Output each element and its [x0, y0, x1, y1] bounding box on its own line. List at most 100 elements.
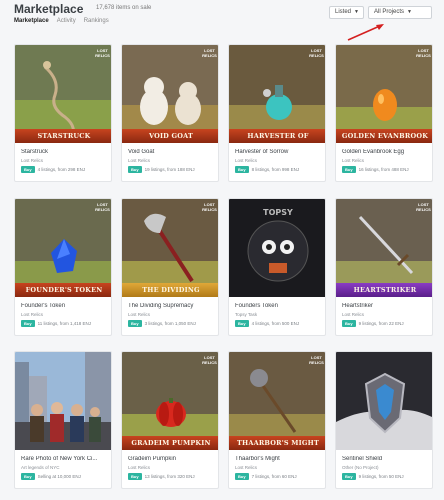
buy-button[interactable]: Buy — [342, 473, 356, 480]
item-project: Art legends of NYC — [21, 465, 60, 470]
lost-relics-badge: LOST RELICS — [95, 48, 110, 58]
item-name[interactable]: Void Goat — [128, 149, 216, 155]
item-banner: Heartstriker — [336, 283, 432, 297]
tab-marketplace[interactable]: Marketplace — [14, 18, 49, 24]
item-card[interactable]: Gradeim Pumpkin LOST RELICS Gradeim Pumpk… — [121, 351, 219, 489]
buy-button[interactable]: Buy — [342, 320, 356, 327]
item-project: Lost Relics — [235, 465, 258, 470]
nav-tabs: Marketplace Activity Rankings — [14, 18, 109, 24]
item-thumbnail: The Dividing Supremacy LOSTRELICS — [122, 199, 218, 297]
item-card[interactable]: The Dividing Supremacy LOSTRELICS The Di… — [121, 198, 219, 336]
badge-line-2: RELICS — [309, 53, 324, 58]
item-thumbnail: Golden Evanbrook Egg LOSTRELICS — [336, 45, 432, 143]
item-name[interactable]: Thaarbor's Might — [235, 456, 323, 462]
item-banner: Gradeim Pumpkin — [122, 436, 218, 450]
buy-button[interactable]: Buy — [21, 166, 35, 173]
lost-relics-badge: LOST RELICS — [309, 355, 324, 365]
badge-line-2: RELICS — [416, 53, 431, 58]
item-listing: 9 listings, from 22 ENJ — [358, 321, 404, 326]
item-card[interactable]: Harvester of Sorrow LOSTRELICS Harvester… — [228, 44, 326, 182]
item-name[interactable]: The Dividing Supremacy — [128, 303, 216, 309]
buy-button[interactable]: Buy — [342, 166, 356, 173]
item-banner: Void Goat — [122, 129, 218, 143]
item-project: Topsy Task — [235, 312, 258, 317]
item-listing: 11 listings, from 1,418 ENJ — [37, 321, 92, 326]
item-thumbnail — [15, 352, 111, 450]
nyc-photo-icon — [15, 352, 111, 450]
item-name[interactable]: Gradeim Pumpkin — [128, 456, 216, 462]
tab-rankings[interactable]: Rankings — [84, 18, 109, 24]
badge-line-2: RELICS — [95, 53, 110, 58]
item-card[interactable]: Golden Evanbrook Egg LOSTRELICS Golden E… — [335, 44, 433, 182]
item-card[interactable]: Rare Photo of New York Ci... Art legends… — [14, 351, 112, 489]
item-thumbnail: Founder's Token LOST RELICS — [15, 199, 111, 297]
item-thumbnail: Harvester of Sorrow LOSTRELICS — [229, 45, 325, 143]
item-project: Lost Relics — [128, 312, 151, 317]
item-banner: Thaarbor's Might — [229, 436, 325, 450]
item-thumbnail: Gradeim Pumpkin LOST RELICS — [122, 352, 218, 450]
item-listing: 19 listings, from 188 ENJ — [144, 167, 195, 172]
chevron-down-icon: ▼ — [407, 9, 412, 15]
item-project: Lost Relics — [21, 158, 44, 163]
lost-relics-badge: LOST RELICS — [202, 355, 217, 365]
tab-activity[interactable]: Activity — [57, 18, 76, 24]
item-name[interactable]: Rare Photo of New York Ci... — [21, 456, 109, 462]
item-project: Lost Relics — [342, 158, 365, 163]
projects-filter-dropdown[interactable]: All Projects ▼ — [368, 6, 432, 19]
item-listing: 4 listings, from 500 ENJ — [251, 321, 300, 326]
item-banner: Founder's Token — [15, 283, 111, 297]
item-name[interactable]: Sentinel Shield — [342, 456, 430, 462]
item-project: Other (No Project) — [342, 465, 379, 470]
item-name[interactable]: Golden Evanbrook Egg — [342, 149, 430, 155]
shield-art-icon — [336, 352, 432, 450]
buy-button[interactable]: Buy — [21, 473, 35, 480]
buy-button[interactable]: Buy — [128, 320, 142, 327]
item-listing: 7 listings, from 60 ENJ — [251, 474, 297, 479]
item-name[interactable]: Starstruck — [21, 149, 109, 155]
item-thumbnail: Starstruck LOST RELICS — [15, 45, 111, 143]
item-card[interactable]: Thaarbor's Might LOST RELICS Thaarbor's M… — [228, 351, 326, 489]
item-thumbnail: Heartstriker LOST RELICS — [336, 199, 432, 297]
item-listing: 9 listings, from 50 ENJ — [358, 474, 404, 479]
item-card[interactable]: Founder's Token LOST RELICS Founder's Tok… — [14, 198, 112, 336]
lost-relics-badge: LOST RELICS — [309, 48, 324, 58]
lost-relics-badge: LOST RELICS — [416, 202, 431, 212]
item-card[interactable]: TOPSY Founders Token Topsy Task Buy 4 lis… — [228, 198, 326, 336]
buy-button[interactable]: Buy — [128, 166, 142, 173]
item-card[interactable]: Starstruck LOST RELICS Starstruck Lost Re… — [14, 44, 112, 182]
item-thumbnail: Void Goat LOST RELICS — [122, 45, 218, 143]
item-thumbnail: TOPSY — [229, 199, 325, 297]
lost-relics-badge: LOST RELICS — [95, 202, 110, 212]
item-listing: 8 listings, from 998 ENJ — [251, 167, 300, 172]
buy-button[interactable]: Buy — [235, 320, 249, 327]
page-title: Marketplace — [14, 2, 84, 16]
item-name[interactable]: Founder's Token — [21, 303, 109, 309]
item-banner: Starstruck — [15, 129, 111, 143]
items-count: 17,678 items on sale — [96, 5, 152, 11]
item-project: Lost Relics — [342, 312, 365, 317]
item-card[interactable]: Heartstriker LOST RELICS Heartstriker Los… — [335, 198, 433, 336]
projects-label: All Projects — [374, 9, 405, 15]
item-name[interactable]: Heartstriker — [342, 303, 430, 309]
buy-button[interactable]: Buy — [21, 320, 35, 327]
badge-line-2: RELICS — [202, 360, 217, 365]
item-listing: 4 listings, from 298 ENJ — [37, 167, 86, 172]
item-project: Lost Relics — [235, 158, 258, 163]
listed-filter-dropdown[interactable]: Listed ▼ — [329, 6, 364, 19]
item-card[interactable]: Sentinel Shield Other (No Project) Buy 9 … — [335, 351, 433, 489]
buy-button[interactable]: Buy — [235, 166, 249, 173]
svg-text:TOPSY: TOPSY — [263, 208, 293, 217]
item-project: Lost Relics — [128, 158, 151, 163]
badge-line-2: RELICS — [202, 53, 217, 58]
item-listing: 3 listings, from 1,050 ENJ — [144, 321, 196, 326]
item-project: Lost Relics — [128, 465, 151, 470]
buy-button[interactable]: Buy — [235, 473, 249, 480]
item-banner: The Dividing Supremacy — [122, 283, 218, 297]
item-thumbnail — [336, 352, 432, 450]
badge-line-2: RELICS — [95, 207, 110, 212]
buy-button[interactable]: Buy — [128, 473, 142, 480]
item-name[interactable]: Founders Token — [235, 303, 323, 309]
item-project: Lost Relics — [21, 312, 44, 317]
item-name[interactable]: Harvester of Sorrow — [235, 149, 323, 155]
item-card[interactable]: Void Goat LOST RELICS Void Goat Lost Reli… — [121, 44, 219, 182]
